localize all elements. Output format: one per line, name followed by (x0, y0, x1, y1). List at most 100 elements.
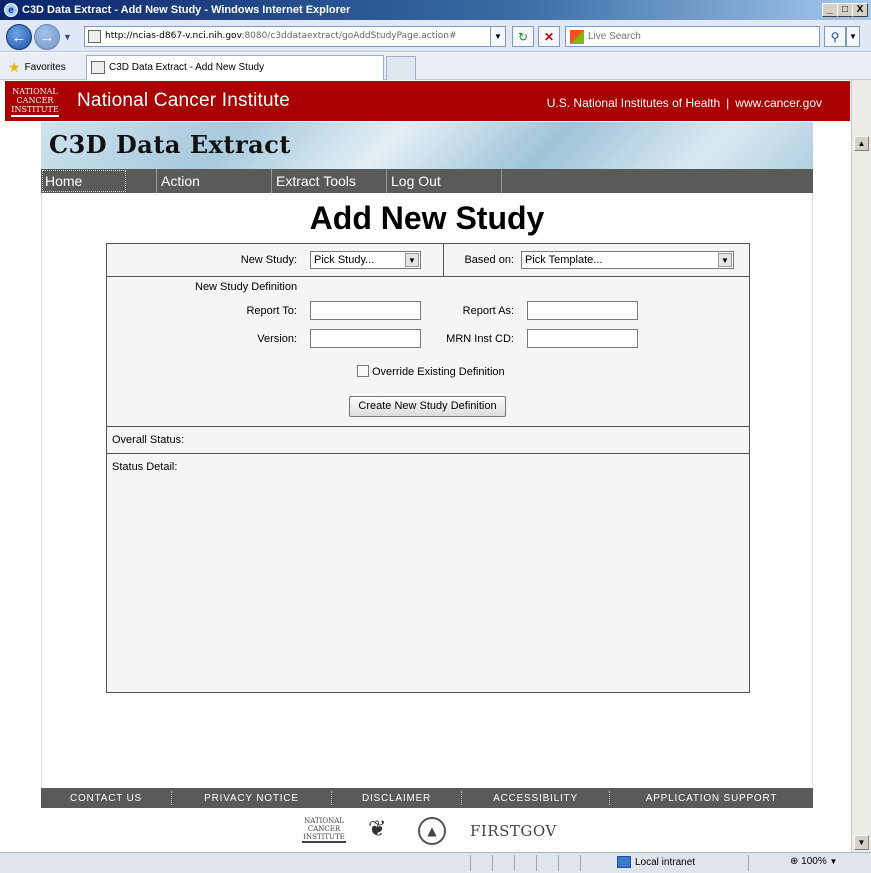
minimize-button[interactable]: _ (822, 3, 838, 17)
statusbar-cell (536, 855, 558, 871)
nci-title[interactable]: National Cancer Institute (77, 90, 290, 112)
footer-accessibility[interactable]: ACCESSIBILITY (462, 788, 609, 808)
statusbar-cell (470, 855, 492, 871)
statusbar-cell (580, 855, 612, 871)
nci-logo[interactable]: NATIONAL CANCER INSTITUTE (11, 85, 59, 117)
create-study-definition-button[interactable]: Create New Study Definition (349, 396, 506, 417)
divider (107, 276, 749, 277)
nci-footer-logo[interactable]: NATIONAL CANCER INSTITUTE (302, 817, 346, 843)
chevron-down-icon: ▼ (405, 253, 419, 267)
menu-extract-tools[interactable]: Extract Tools (272, 169, 387, 193)
search-input[interactable]: Live Search (565, 26, 820, 47)
menu-spacer (127, 169, 157, 193)
nih-links: U.S. National Institutes of Health | www.c… (547, 96, 822, 110)
link-separator: | (726, 96, 730, 110)
footer-application-support[interactable]: APPLICATION SUPPORT (610, 788, 813, 808)
firstgov-logo[interactable]: FIRSTGOV (470, 822, 557, 840)
app-header: C3D Data Extract (41, 122, 813, 169)
nih-link[interactable]: U.S. National Institutes of Health (547, 96, 720, 110)
intranet-icon (617, 856, 631, 868)
url-host: http://ncias-d867-v.nci.nih.gov (105, 31, 242, 41)
footer-privacy-notice[interactable]: PRIVACY NOTICE (172, 788, 331, 808)
nih-seal-icon[interactable]: ▲ (418, 817, 446, 845)
cancer-gov-link[interactable]: www.cancer.gov (735, 96, 822, 110)
page-title: Add New Study (309, 200, 545, 236)
search-options-icon[interactable]: ▼ (846, 26, 860, 47)
menu-log-out[interactable]: Log Out (387, 169, 502, 193)
based-on-value: Pick Template... (525, 254, 603, 266)
close-window-button[interactable]: X (852, 3, 868, 17)
report-to-label: Report To: (246, 305, 297, 317)
window-title: C3D Data Extract - Add New Study - Windo… (22, 4, 351, 16)
vertical-scrollbar[interactable]: ▲ ▼ (851, 80, 871, 852)
report-to-input[interactable] (310, 301, 421, 320)
back-button[interactable]: ← (6, 24, 32, 50)
tab-page-icon (91, 61, 105, 74)
footer-contact-us[interactable]: CONTACT US (41, 788, 171, 808)
address-dropdown-icon[interactable]: ▼ (490, 26, 506, 47)
report-as-label: Report As: (462, 305, 514, 317)
scroll-up-icon[interactable]: ▲ (854, 136, 869, 151)
refresh-icon[interactable]: ↻ (512, 26, 534, 47)
scroll-down-icon[interactable]: ▼ (854, 835, 869, 850)
add-study-form: New Study: Pick Study... ▼ Based on: Pic… (106, 243, 750, 693)
footer-links: CONTACT US PRIVACY NOTICE DISCLAIMER ACC… (41, 788, 813, 808)
browser-statusbar: Local intranet ⊕ 100% ▼ (0, 852, 871, 873)
favorites-button[interactable]: ★ Favorites (8, 59, 66, 76)
chevron-down-icon: ▼ (829, 857, 838, 866)
new-study-label: New Study: (240, 254, 297, 266)
menu-action[interactable]: Action (157, 169, 272, 193)
new-tab-button[interactable] (386, 56, 416, 80)
mrn-inst-cd-input[interactable] (527, 329, 638, 348)
search-placeholder: Live Search (588, 31, 641, 42)
version-label: Version: (257, 333, 297, 345)
search-icon[interactable]: ⚲ (824, 26, 846, 47)
menu-home[interactable]: Home (41, 169, 127, 193)
footer-disclaimer[interactable]: DISCLAIMER (332, 788, 461, 808)
stop-icon[interactable]: ✕ (538, 26, 560, 47)
address-input[interactable]: http://ncias-d867-v.nci.nih.gov:8080/c3d… (84, 26, 506, 47)
based-on-select[interactable]: Pick Template... ▼ (521, 251, 734, 269)
new-study-select[interactable]: Pick Study... ▼ (310, 251, 421, 269)
nci-banner: NATIONAL CANCER INSTITUTE National Cance… (5, 81, 850, 121)
app-title: C3D Data Extract (49, 130, 291, 159)
window-titlebar: e C3D Data Extract - Add New Study - Win… (0, 0, 871, 20)
mrn-inst-cd-label: MRN Inst CD: (446, 333, 514, 345)
browser-tab[interactable]: C3D Data Extract - Add New Study (86, 55, 384, 80)
statusbar-cell (514, 855, 536, 871)
zone-label: Local intranet (635, 856, 696, 868)
definition-heading: New Study Definition (195, 281, 298, 293)
override-label: Override Existing Definition (372, 366, 505, 378)
report-as-input[interactable] (527, 301, 638, 320)
security-zone[interactable]: Local intranet (617, 856, 695, 868)
statusbar-cell (492, 855, 514, 871)
history-dropdown-icon[interactable]: ▼ (63, 32, 72, 42)
footer-logos: NATIONAL CANCER INSTITUTE ❦ ▲ FIRSTGOV (300, 815, 560, 847)
favorites-bar: ★ Favorites C3D Data Extract - Add New S… (0, 53, 871, 80)
url-path: :8080/c3ddataextract/goAddStudyPage.acti… (241, 31, 457, 41)
new-study-value: Pick Study... (314, 254, 375, 266)
tab-title: C3D Data Extract - Add New Study (109, 62, 265, 73)
star-icon: ★ (8, 59, 21, 75)
address-toolbar: ← → ▼ http://ncias-d867-v.nci.nih.gov:80… (0, 20, 871, 52)
overall-status-label: Overall Status: (112, 434, 185, 446)
main-menu: Home Action Extract Tools Log Out (41, 169, 813, 193)
page-icon (88, 30, 101, 43)
ie-icon: e (4, 3, 18, 17)
favorites-label: Favorites (24, 62, 66, 73)
maximize-button[interactable]: □ (837, 3, 853, 17)
hhs-logo-icon[interactable]: ❦ (368, 817, 386, 842)
version-input[interactable] (310, 329, 421, 348)
divider (107, 426, 749, 427)
statusbar-cell (558, 855, 580, 871)
zoom-level: 100% (801, 856, 827, 867)
zoom-control[interactable]: ⊕ 100% ▼ (790, 856, 837, 867)
forward-button[interactable]: → (34, 24, 60, 50)
windows-logo-icon (570, 30, 584, 44)
status-detail-label: Status Detail: (112, 461, 178, 473)
chevron-down-icon: ▼ (718, 253, 732, 267)
divider (107, 453, 749, 454)
override-checkbox[interactable] (357, 365, 369, 377)
protected-mode-cell[interactable] (748, 855, 782, 871)
nci-logo-text: NATIONAL CANCER INSTITUTE (11, 87, 59, 114)
